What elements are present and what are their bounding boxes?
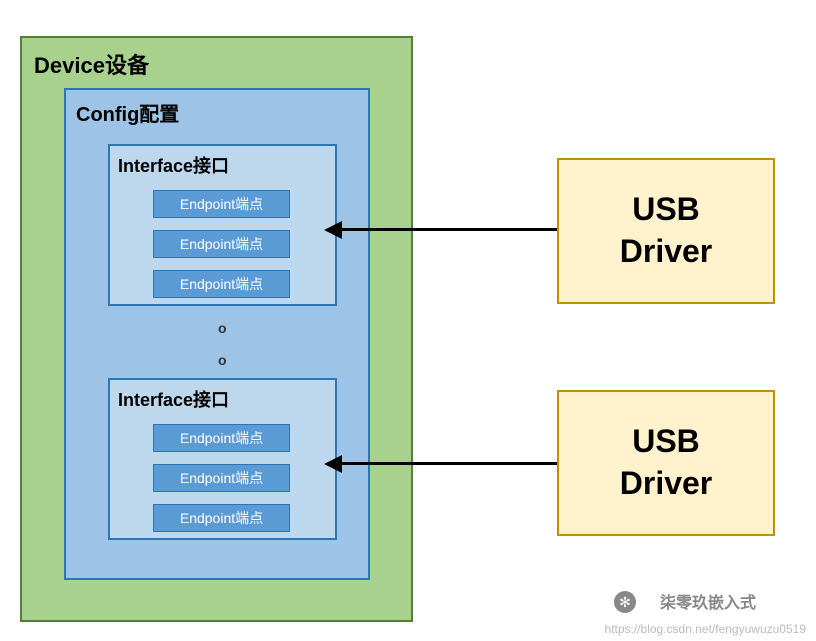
watermark-url: https://blog.csdn.net/fengyuwuzu0519 [605,622,806,636]
arrow-head-1 [324,221,342,239]
device-title: Device设备 [34,48,149,80]
wechat-icon: ✻ [614,591,636,613]
driver-text-2a: USB [632,421,700,463]
endpoint-2-2: Endpoint端点 [153,464,290,492]
usb-driver-box-2: USB Driver [557,390,775,536]
driver-text-1b: Driver [620,231,713,273]
endpoint-2-1: Endpoint端点 [153,424,290,452]
usb-driver-box-1: USB Driver [557,158,775,304]
arrow-line-2 [340,462,557,465]
arrow-line-1 [340,228,557,231]
endpoint-1-1: Endpoint端点 [153,190,290,218]
ellipsis-dot-1: o [218,320,227,336]
interface-title-2: Interface接口 [118,386,229,412]
endpoint-2-3: Endpoint端点 [153,504,290,532]
endpoint-1-2: Endpoint端点 [153,230,290,258]
interface-title-1: Interface接口 [118,152,229,178]
ellipsis-dot-2: o [218,352,227,368]
endpoint-1-3: Endpoint端点 [153,270,290,298]
watermark-label: 柒零玖嵌入式 [660,589,756,613]
driver-text-1a: USB [632,189,700,231]
arrow-head-2 [324,455,342,473]
config-title: Config配置 [76,98,179,127]
driver-text-2b: Driver [620,463,713,505]
